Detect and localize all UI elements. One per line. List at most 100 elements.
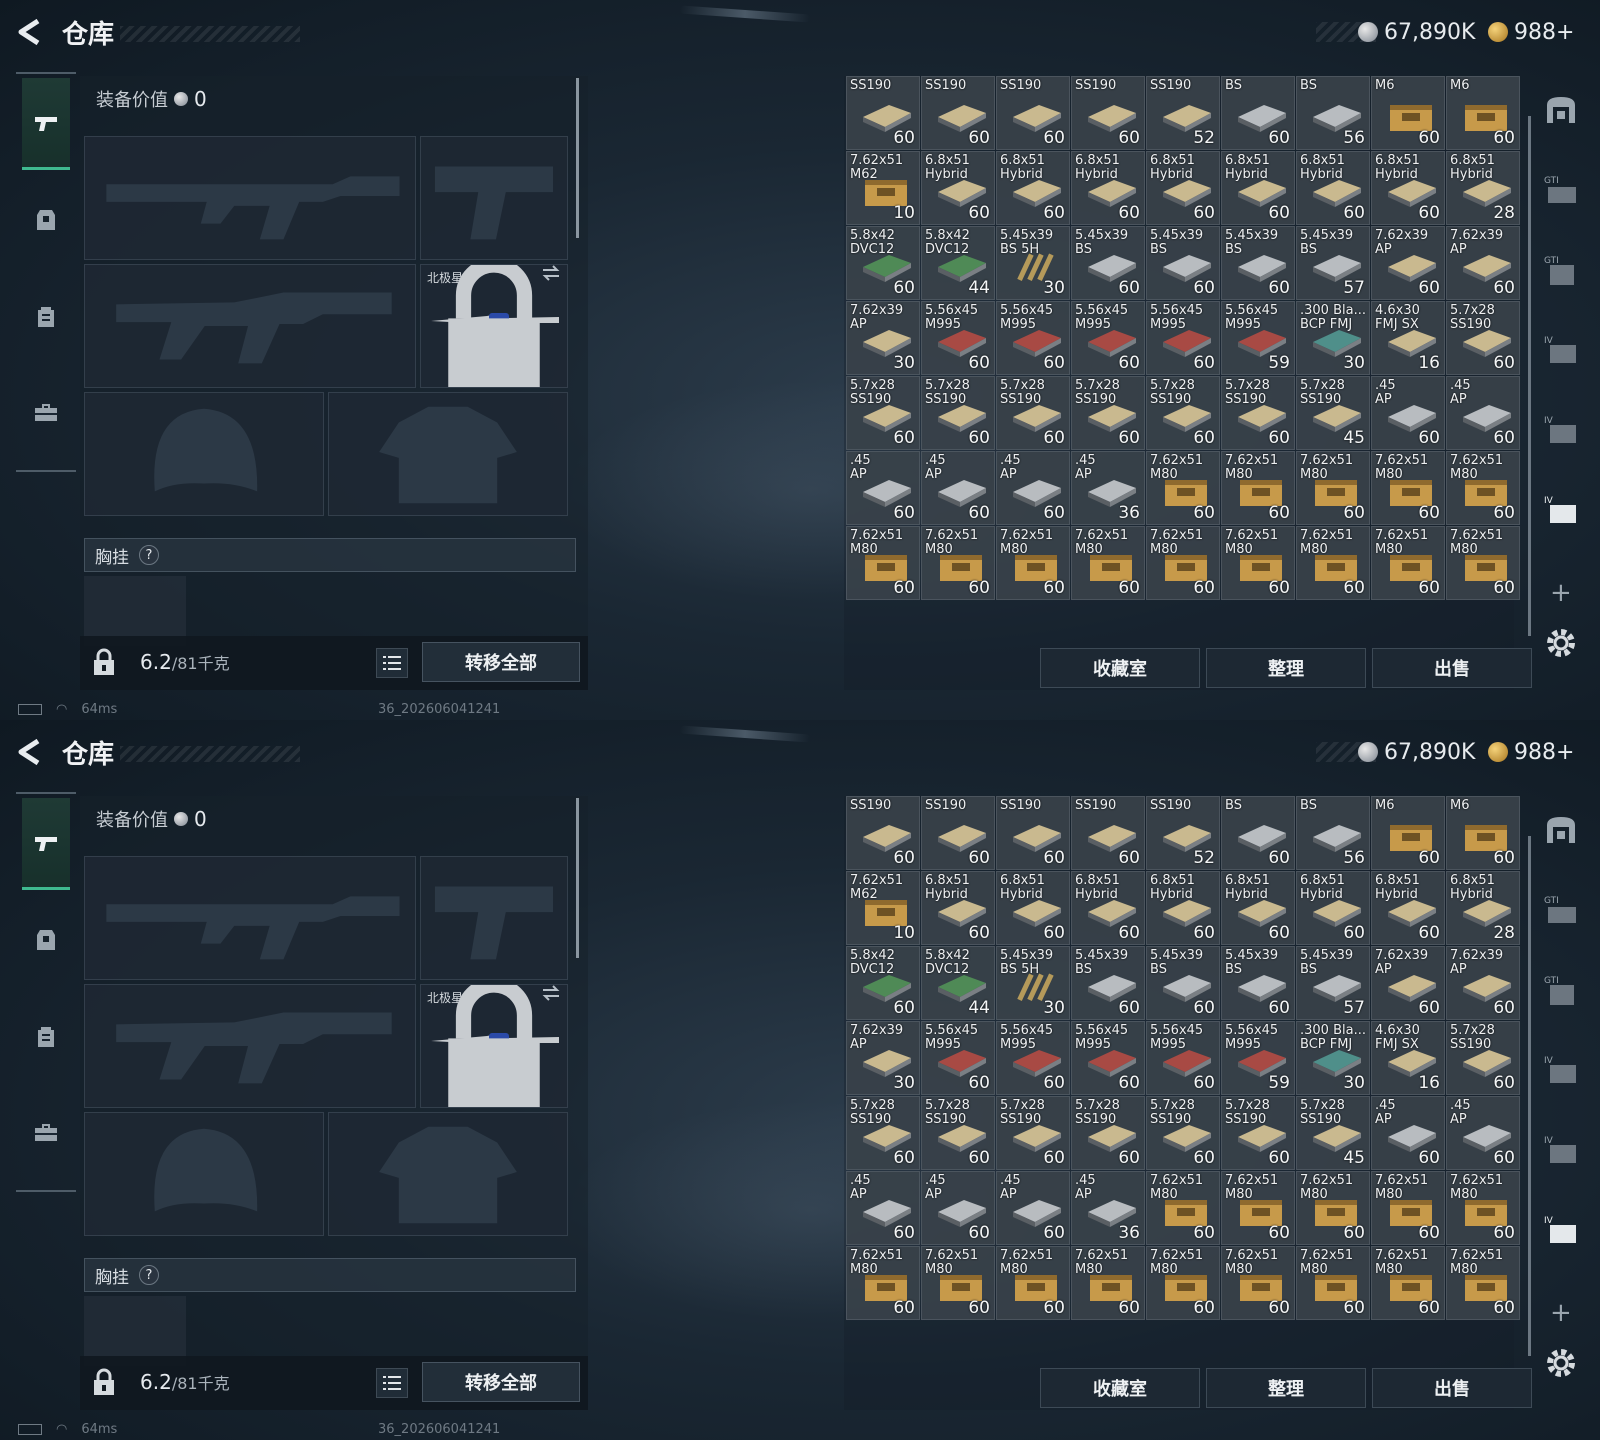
gear-icon[interactable] (1544, 1346, 1578, 1380)
body-armor-slot[interactable] (328, 392, 568, 516)
storage-item[interactable]: 5.7x28 SS190 60 (1146, 376, 1220, 450)
storage-item[interactable]: 5.45x39 BS 60 (1071, 946, 1145, 1020)
storage-item[interactable]: 7.62x51 M80 60 (846, 1246, 920, 1320)
gold-currency[interactable]: 988+ (1488, 738, 1574, 766)
storage-item[interactable]: 7.62x39 AP 30 (846, 301, 920, 375)
storage-item[interactable]: 5.56x45 M995 59 (1221, 301, 1295, 375)
storage-item[interactable]: .45 AP 60 (921, 451, 995, 525)
sidearm-slot[interactable] (420, 136, 568, 260)
storage-item[interactable]: 7.62x51 M80 60 (1146, 451, 1220, 525)
storage-item[interactable]: 5.8x42 DVC12 44 (921, 946, 995, 1020)
storage-item[interactable]: SS190 60 (996, 76, 1070, 150)
storage-item[interactable]: 6.8x51 Hybrid 28 (1446, 871, 1520, 945)
storage-item[interactable]: 6.8x51 Hybrid 60 (1146, 871, 1220, 945)
secondary-weapon-slot[interactable] (84, 264, 416, 388)
storage-item[interactable]: .300 Bla... BCP FMJ 30 (1296, 301, 1370, 375)
storage-item[interactable]: 6.8x51 Hybrid 28 (1446, 151, 1520, 225)
silver-currency[interactable]: 67,890K (1358, 18, 1475, 46)
storage-item[interactable]: 5.7x28 SS190 60 (1221, 1096, 1295, 1170)
storage-item[interactable]: .45 AP 36 (1071, 451, 1145, 525)
storage-item[interactable]: 5.45x39 BS 60 (1221, 946, 1295, 1020)
storage-item[interactable]: 7.62x51 M80 60 (1371, 1171, 1445, 1245)
storage-item[interactable]: 7.62x51 M62 10 (846, 871, 920, 945)
storage-tab-4[interactable]: IV (1536, 402, 1586, 458)
storage-item[interactable]: 7.62x51 M80 60 (1146, 526, 1220, 600)
add-storage-icon[interactable]: + (1550, 578, 1572, 608)
storage-item[interactable]: 6.8x51 Hybrid 60 (921, 151, 995, 225)
list-view-button[interactable] (376, 1368, 408, 1398)
storage-item[interactable]: .45 AP 60 (846, 451, 920, 525)
storage-item[interactable]: 7.62x51 M80 60 (1146, 1246, 1220, 1320)
transfer-all-button[interactable]: 转移全部 (422, 642, 580, 682)
storage-item[interactable]: 5.45x39 BS 5H 30 (996, 226, 1070, 300)
storage-item[interactable]: 5.7x28 SS190 60 (996, 376, 1070, 450)
storage-tab-3[interactable]: IV (1536, 1042, 1586, 1098)
storage-item[interactable]: 7.62x51 M80 60 (846, 526, 920, 600)
storage-item[interactable]: 5.7x28 SS190 45 (1296, 1096, 1370, 1170)
storage-item[interactable]: 5.7x28 SS190 60 (1146, 1096, 1220, 1170)
helmet-slot[interactable] (84, 1112, 324, 1236)
storage-item[interactable]: 6.8x51 Hybrid 60 (1146, 151, 1220, 225)
storage-item[interactable]: SS190 60 (846, 796, 920, 870)
storage-item[interactable]: 7.62x51 M80 60 (1446, 451, 1520, 525)
storage-item[interactable]: 7.62x39 AP 60 (1446, 226, 1520, 300)
storage-item[interactable]: 6.8x51 Hybrid 60 (1071, 151, 1145, 225)
storage-item[interactable]: 5.7x28 SS190 60 (921, 1096, 995, 1170)
storage-item[interactable]: 5.7x28 SS190 60 (1071, 1096, 1145, 1170)
storage-item[interactable]: .45 AP 60 (1371, 1096, 1445, 1170)
storage-item[interactable]: 5.56x45 M995 60 (1071, 1021, 1145, 1095)
storage-tab-1[interactable]: GTI (1536, 882, 1586, 938)
nav-weapons[interactable] (22, 78, 70, 170)
storage-item[interactable]: 7.62x39 AP 30 (846, 1021, 920, 1095)
storage-item[interactable]: 5.56x45 M995 60 (996, 301, 1070, 375)
gold-currency[interactable]: 988+ (1488, 18, 1574, 46)
storage-item[interactable]: 5.45x39 BS 60 (1146, 226, 1220, 300)
storage-item[interactable]: 7.62x51 M80 60 (1071, 1246, 1145, 1320)
storage-item[interactable]: SS190 52 (1146, 76, 1220, 150)
back-arrow-icon[interactable] (16, 18, 42, 46)
nav-toolbox[interactable] (22, 1086, 70, 1178)
storage-item[interactable]: 5.56x45 M995 60 (1146, 301, 1220, 375)
storage-scrollbar[interactable] (1528, 836, 1531, 1356)
sell-button[interactable]: 出售 (1372, 648, 1532, 688)
storage-item[interactable]: 5.45x39 BS 60 (1146, 946, 1220, 1020)
storage-item[interactable]: M6 60 (1446, 796, 1520, 870)
storage-item[interactable]: .45 AP 60 (996, 1171, 1070, 1245)
storage-item[interactable]: SS190 60 (1071, 76, 1145, 150)
storage-item[interactable]: 5.56x45 M995 60 (1071, 301, 1145, 375)
storage-item[interactable]: 7.62x51 M80 60 (921, 1246, 995, 1320)
storage-item[interactable]: 6.8x51 Hybrid 60 (996, 871, 1070, 945)
storage-item[interactable]: .300 Bla... BCP FMJ 30 (1296, 1021, 1370, 1095)
storage-item[interactable]: M6 60 (1371, 76, 1445, 150)
storage-item[interactable]: 7.62x51 M80 60 (1296, 1246, 1370, 1320)
storage-item[interactable]: SS190 60 (846, 76, 920, 150)
storage-item[interactable]: 5.7x28 SS190 60 (1446, 301, 1520, 375)
storage-tab-4[interactable]: IV (1536, 1122, 1586, 1178)
collection-room-button[interactable]: 收藏室 (1040, 648, 1200, 688)
storage-item[interactable]: BS 60 (1221, 796, 1295, 870)
primary-weapon-slot[interactable] (84, 856, 416, 980)
storage-item[interactable]: 7.62x51 M80 60 (1221, 526, 1295, 600)
storage-item[interactable]: 5.7x28 SS190 60 (1071, 376, 1145, 450)
organize-button[interactable]: 整理 (1206, 1368, 1366, 1408)
storage-item[interactable]: 7.62x39 AP 60 (1371, 226, 1445, 300)
storage-item[interactable]: SS190 52 (1146, 796, 1220, 870)
back-arrow-icon[interactable] (16, 738, 42, 766)
storage-item[interactable]: .45 AP 60 (1371, 376, 1445, 450)
storage-item[interactable]: BS 56 (1296, 76, 1370, 150)
list-view-button[interactable] (376, 648, 408, 678)
equipment-scrollbar[interactable] (576, 78, 579, 238)
body-armor-slot[interactable] (328, 1112, 568, 1236)
storage-item[interactable]: 7.62x51 M80 60 (1371, 451, 1445, 525)
storage-item[interactable]: BS 60 (1221, 76, 1295, 150)
storage-item[interactable]: 7.62x51 M80 60 (996, 1246, 1070, 1320)
storage-item[interactable]: 5.7x28 SS190 60 (846, 1096, 920, 1170)
storage-item[interactable]: 7.62x51 M80 60 (1371, 526, 1445, 600)
storage-item[interactable]: 4.6x30 FMJ SX 16 (1371, 301, 1445, 375)
nav-toolbox[interactable] (22, 366, 70, 458)
gear-icon[interactable] (1544, 626, 1578, 660)
storage-item[interactable]: 6.8x51 Hybrid 60 (1296, 871, 1370, 945)
storage-item[interactable]: 5.56x45 M995 60 (996, 1021, 1070, 1095)
storage-item[interactable]: 5.56x45 M995 59 (1221, 1021, 1295, 1095)
storage-item[interactable]: .45 AP 60 (921, 1171, 995, 1245)
